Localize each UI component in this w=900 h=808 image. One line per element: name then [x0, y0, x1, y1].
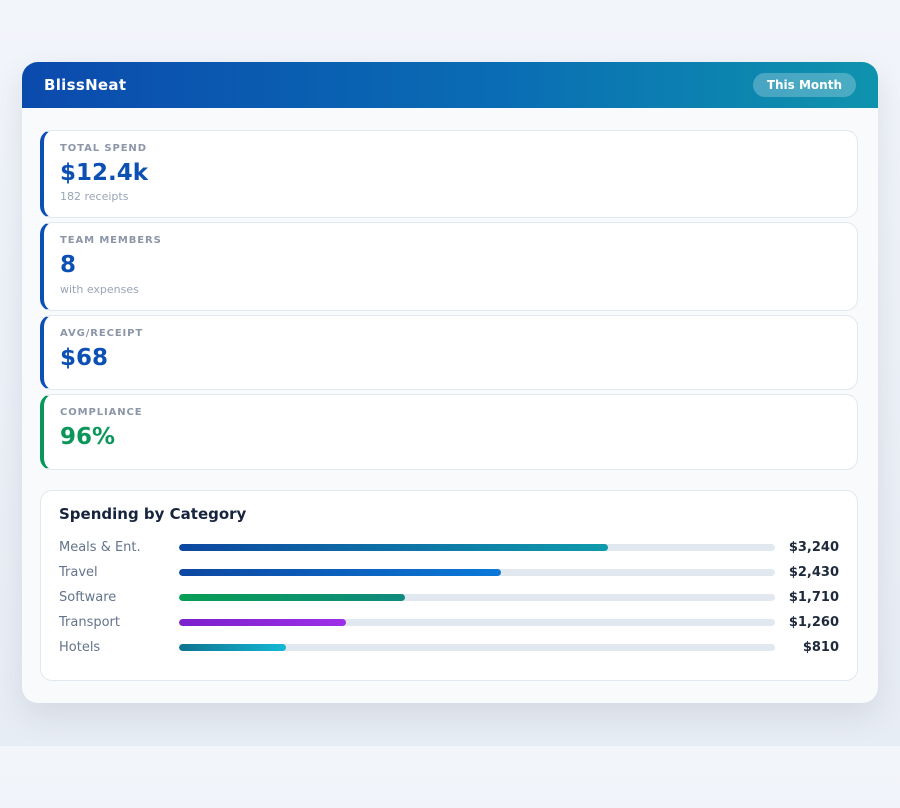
dashboard-content: TOTAL SPEND $12.4k 182 receipts TEAM MEM… [22, 108, 878, 703]
dashboard-panel: BlissNeat This Month TOTAL SPEND $12.4k … [22, 62, 878, 703]
bar-fill [179, 619, 346, 626]
chart-category-label: Software [59, 590, 179, 605]
period-badge[interactable]: This Month [753, 73, 856, 97]
chart-category-label: Transport [59, 615, 179, 630]
stat-card: TEAM MEMBERS 8 with expenses [40, 222, 858, 310]
chart-value-label: $2,430 [775, 565, 839, 580]
page-background: BlissNeat This Month TOTAL SPEND $12.4k … [0, 62, 900, 703]
stat-value: $68 [60, 345, 839, 371]
chart-row: Hotels $810 [59, 635, 839, 660]
stat-subtext: with expenses [60, 283, 839, 296]
bar-track [179, 594, 775, 601]
chart-category-label: Hotels [59, 640, 179, 655]
stat-subtext: 182 receipts [60, 190, 839, 203]
chart-value-label: $810 [775, 640, 839, 655]
stat-label: COMPLIANCE [60, 407, 839, 418]
chart-title: Spending by Category [59, 505, 839, 523]
stat-label: TEAM MEMBERS [60, 235, 839, 246]
stat-label: TOTAL SPEND [60, 143, 839, 154]
stat-value: 8 [60, 252, 839, 278]
chart-row: Meals & Ent. $3,240 [59, 535, 839, 560]
bar-fill [179, 544, 608, 551]
stat-card: COMPLIANCE 96% [40, 394, 858, 469]
stat-value: 96% [60, 424, 839, 450]
chart-row: Transport $1,260 [59, 610, 839, 635]
app-title: BlissNeat [44, 76, 126, 94]
stat-card: AVG/RECEIPT $68 [40, 315, 858, 390]
app-header: BlissNeat This Month [22, 62, 878, 108]
stat-value: $12.4k [60, 160, 839, 186]
chart-value-label: $1,260 [775, 615, 839, 630]
chart-value-label: $1,710 [775, 590, 839, 605]
stat-card: TOTAL SPEND $12.4k 182 receipts [40, 130, 858, 218]
bar-track [179, 569, 775, 576]
chart-row: Travel $2,430 [59, 560, 839, 585]
bar-fill [179, 644, 286, 651]
stats-section: TOTAL SPEND $12.4k 182 receipts TEAM MEM… [40, 130, 858, 470]
chart-category-label: Meals & Ent. [59, 540, 179, 555]
bar-fill [179, 594, 405, 601]
chart-value-label: $3,240 [775, 540, 839, 555]
bar-fill [179, 569, 501, 576]
chart-row: Software $1,710 [59, 585, 839, 610]
chart-rows: Meals & Ent. $3,240 Travel $2,430 Softwa… [59, 535, 839, 660]
bar-track [179, 644, 775, 651]
bar-track [179, 544, 775, 551]
stat-label: AVG/RECEIPT [60, 328, 839, 339]
bar-track [179, 619, 775, 626]
spending-by-category-card: Spending by Category Meals & Ent. $3,240… [40, 490, 858, 681]
chart-category-label: Travel [59, 565, 179, 580]
